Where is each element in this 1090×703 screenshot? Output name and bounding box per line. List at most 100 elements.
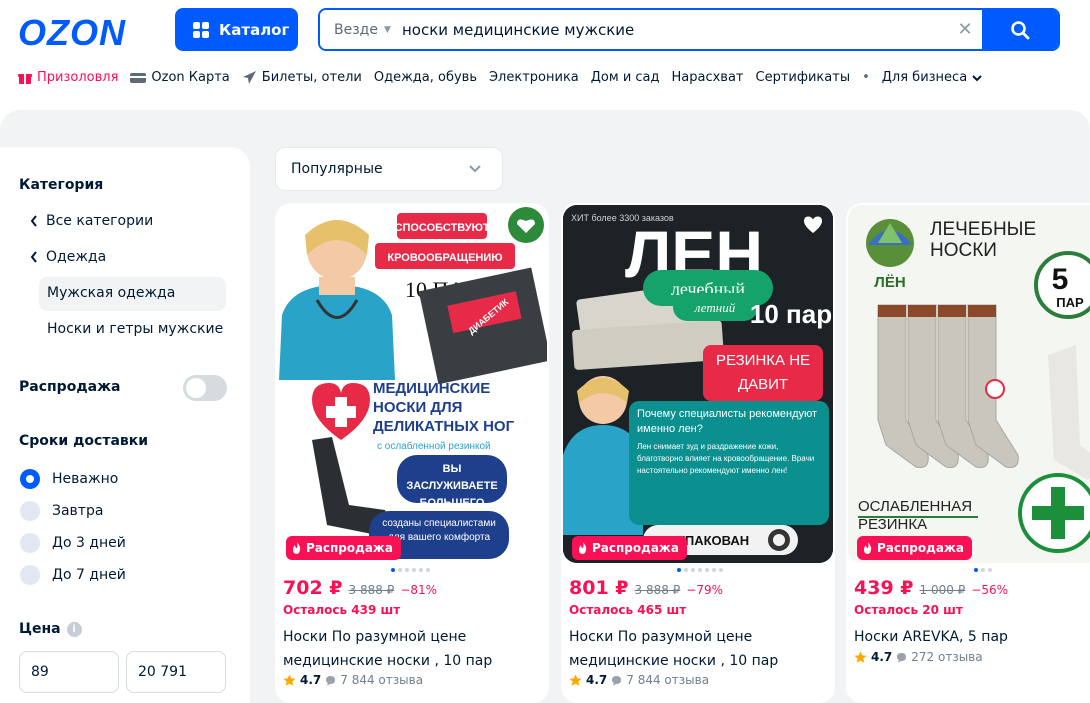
category-mens-clothes[interactable]: Мужская одежда	[47, 285, 175, 301]
category-label: Все категории	[46, 213, 154, 229]
radio-label: До 3 дней	[52, 535, 126, 551]
nav-item-prizolovlya[interactable]: Призоловля	[18, 70, 118, 85]
nav-label: Электроника	[488, 70, 579, 85]
img-text-q: Почему специалисты рекомендуют именно ле…	[637, 408, 818, 435]
nav-item-ozon-card[interactable]: Ozon Карта	[130, 70, 230, 85]
img-text-line2: летний	[694, 300, 736, 315]
sale-badge: Распродажа	[857, 536, 972, 560]
delivery-option-tomorrow[interactable]: Завтра	[20, 501, 103, 521]
favorite-heart-icon[interactable]	[802, 215, 824, 235]
sale-badge: Распродажа	[286, 536, 401, 560]
nav-item-business[interactable]: Для бизнеса	[882, 70, 982, 85]
image-pager[interactable]	[391, 568, 430, 572]
search-bar: Везде ▼ ✕	[318, 8, 1060, 51]
nav-item-home-garden[interactable]: Дом и сад	[591, 70, 660, 85]
info-icon[interactable]: i	[66, 621, 82, 637]
product-title[interactable]: Носки AREVKA, 5 пар	[854, 625, 1084, 649]
radio[interactable]	[20, 501, 40, 521]
product-image[interactable]: СПОСОБСТВУЮТ КРОВООБРАЩЕНИЮ 10 ПАР ДИАБЕ…	[277, 205, 547, 563]
discount: −81%	[400, 583, 438, 597]
clear-icon[interactable]: ✕	[953, 19, 977, 43]
rating-value: 4.7	[586, 673, 608, 687]
category-title: Категория	[19, 177, 104, 193]
product-card[interactable]: ХИТ более 3300 заказов ЛЕН лечебный летн…	[561, 203, 835, 703]
category-label: Носки и гетры мужские	[47, 321, 224, 337]
search-input[interactable]	[394, 10, 954, 49]
price-max-input[interactable]: 20 791	[126, 651, 226, 693]
rating-value: 4.7	[871, 650, 893, 664]
sort-select[interactable]: Популярные	[275, 147, 503, 191]
product-title[interactable]: Носки По разумной цене медицинские носки…	[569, 625, 827, 673]
product-card[interactable]: СПОСОБСТВУЮТ КРОВООБРАЩЕНИЮ 10 ПАР ДИАБЕ…	[275, 203, 549, 703]
price: 702 ₽	[283, 577, 343, 599]
img-text-pack-unit: ПАР	[1056, 295, 1084, 310]
chevron-down-icon	[972, 74, 982, 81]
ozon-logo[interactable]: OZON	[18, 12, 126, 54]
category-all[interactable]: Все категории	[30, 213, 153, 229]
search-button[interactable]	[982, 10, 1058, 49]
category-label: Одежда	[46, 249, 107, 265]
sale-badge-label: Распродажа	[877, 541, 964, 555]
product-image[interactable]: ЛЁН ЛЕЧЕБНЫЕ НОСКИ 5 ПАР ОСЛАБЛЕННАЯ РЕЗ…	[848, 205, 1090, 563]
stock-left: Осталось 20 шт	[854, 603, 963, 617]
image-pager[interactable]	[677, 568, 723, 572]
stock-left: Осталось 439 шт	[283, 603, 401, 617]
radio-label: До 7 дней	[52, 567, 126, 583]
product-image-art: ЛЁН ЛЕЧЕБНЫЕ НОСКИ 5 ПАР ОСЛАБЛЕННАЯ РЕЗ…	[848, 205, 1090, 563]
sale-toggle[interactable]	[183, 375, 227, 401]
search-scope-select[interactable]: Везде ▼	[320, 10, 394, 49]
nav-item-tickets[interactable]: Билеты, отели	[242, 70, 362, 85]
sale-badge: Распродажа	[572, 536, 687, 560]
delivery-option-7days[interactable]: До 7 дней	[20, 565, 126, 585]
old-price: 3 888 ₽	[634, 583, 681, 597]
img-text-line3: РЕЗИНКА НЕ ДАВИТ	[703, 345, 823, 401]
nav-label: Нарасхват	[671, 70, 744, 85]
price-row: 801 ₽ 3 888 ₽ −79%	[569, 577, 723, 599]
product-image[interactable]: ХИТ более 3300 заказов ЛЕН лечебный летн…	[563, 205, 833, 563]
nav-item-certificates[interactable]: Сертификаты	[756, 70, 851, 85]
nav-item-trending[interactable]: Нарасхват	[672, 70, 744, 85]
reviews-count: 7 844 отзыва	[626, 673, 710, 687]
category-mens-socks[interactable]: Носки и гетры мужские	[47, 321, 223, 337]
rating-row[interactable]: 4.7 7 844 отзыва	[283, 673, 423, 687]
product-image-art: ХИТ более 3300 заказов ЛЕН лечебный летн…	[563, 205, 833, 563]
image-pager[interactable]	[974, 568, 992, 572]
price: 439 ₽	[854, 577, 914, 599]
radio[interactable]	[20, 565, 40, 585]
delivery-option-any[interactable]: Неважно	[20, 469, 118, 489]
rating-row[interactable]: 4.7 7 844 отзыва	[569, 673, 709, 687]
rating-row[interactable]: 4.7 272 отзыва	[854, 650, 983, 664]
img-text-sub: с ослабленной резинкой	[377, 440, 491, 452]
img-text-txt: Лен снимает зуд и раздражение кожи, благ…	[637, 442, 815, 475]
discount: −56%	[971, 583, 1009, 597]
sort-label: Популярные	[291, 161, 383, 177]
radio-selected[interactable]	[20, 469, 40, 489]
radio[interactable]	[20, 533, 40, 553]
header: OZON Каталог Везде ▼ ✕ Призоловля	[0, 0, 1090, 110]
img-text-headline: МЕДИЦИНСКИЕ НОСКИ ДЛЯ ДЕЛИКАТНЫХ НОГ	[373, 380, 515, 435]
img-text-line1: СПОСОБСТВУЮТ	[395, 222, 490, 234]
catalog-button[interactable]: Каталог	[175, 8, 298, 51]
nav-separator-dot: •	[862, 70, 870, 85]
card-icon	[130, 72, 147, 83]
price-row: 439 ₽ 1 000 ₽ −56%	[854, 577, 1008, 599]
product-card[interactable]: ЛЁН ЛЕЧЕБНЫЕ НОСКИ 5 ПАР ОСЛАБЛЕННАЯ РЕЗ…	[846, 203, 1090, 703]
nav-label: Дом и сад	[590, 70, 660, 85]
img-text-bottom: УПАКОВАН	[677, 533, 749, 548]
old-price: 1 000 ₽	[919, 583, 966, 597]
category-clothes[interactable]: Одежда	[30, 249, 106, 265]
nav-label: Для бизнеса	[881, 70, 968, 85]
delivery-option-3days[interactable]: До 3 дней	[20, 533, 126, 553]
sale-badge-label: Распродажа	[592, 541, 679, 555]
nav-item-clothes[interactable]: Одежда, обувь	[374, 70, 477, 85]
price-title: Цена i	[19, 621, 82, 637]
img-text-head: ЛЕЧЕБНЫЕ НОСКИ	[930, 219, 1037, 261]
sale-badge-label: Распродажа	[306, 541, 393, 555]
price-min-input[interactable]: 89	[19, 651, 119, 693]
search-scope-label: Везде	[334, 21, 378, 38]
stock-left: Осталось 465 шт	[569, 603, 687, 617]
nav-label: Сертификаты	[755, 70, 851, 85]
product-title[interactable]: Носки По разумной цене медицинские носки…	[283, 625, 541, 673]
comment-icon	[326, 675, 336, 685]
nav-item-electronics[interactable]: Электроника	[489, 70, 579, 85]
